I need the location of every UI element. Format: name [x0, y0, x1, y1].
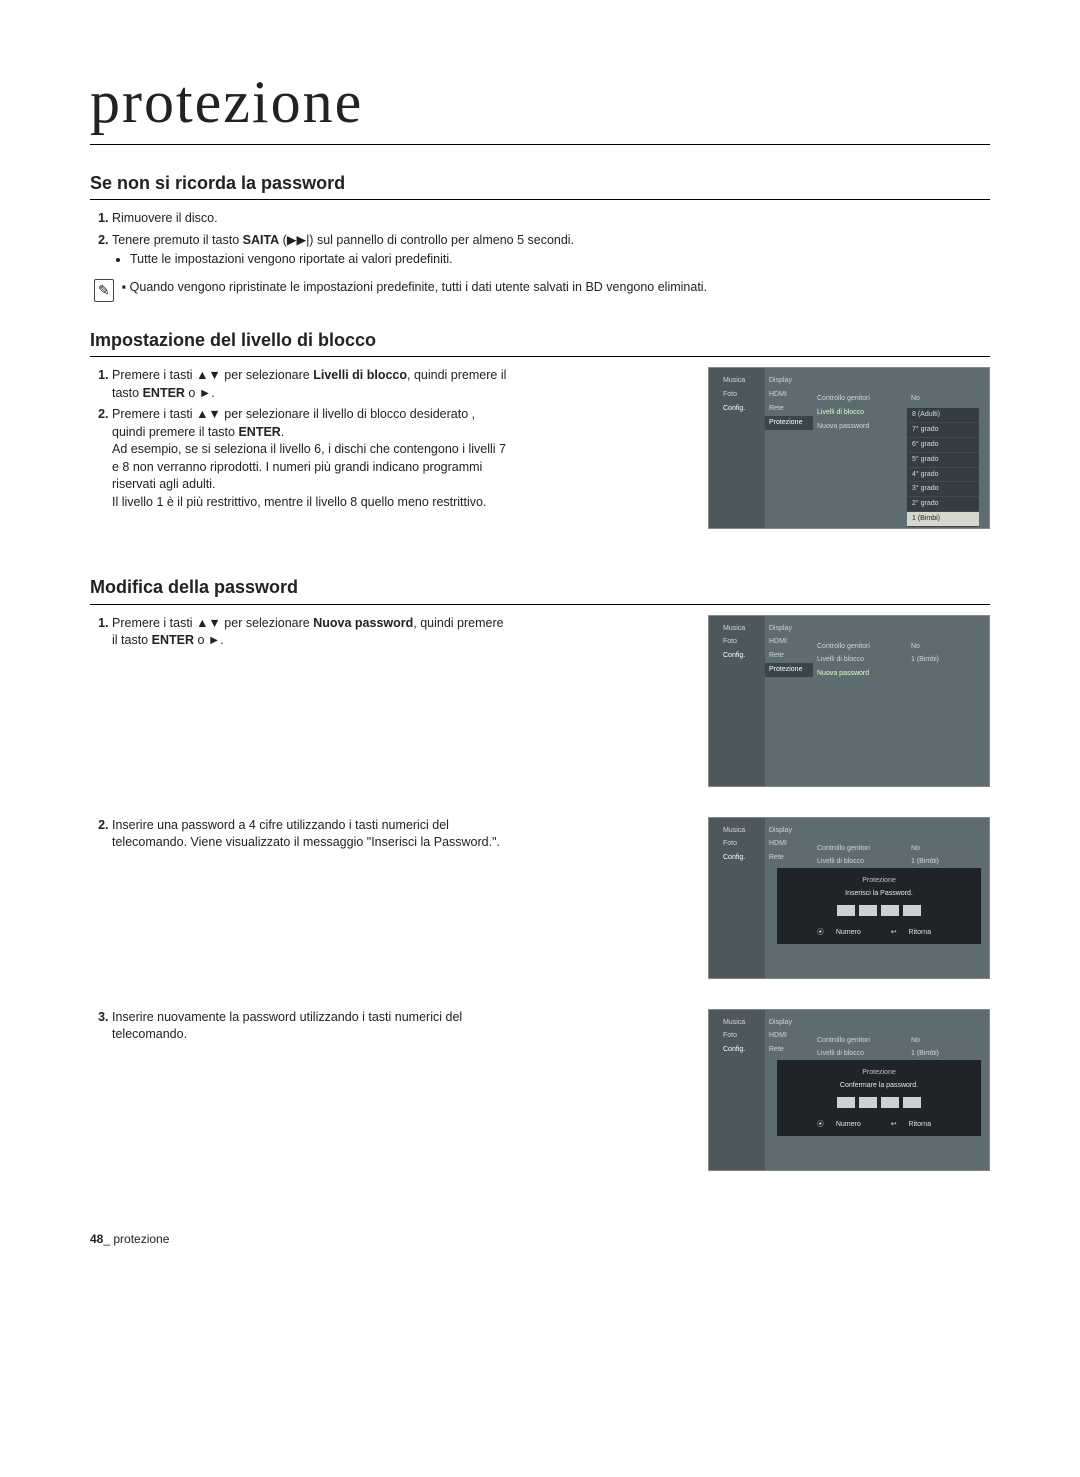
lock-step-2: Premere i tasti ▲▼ per selezionare il li… [112, 406, 510, 511]
screenshot-new-password: Musica Foto Config. Display HDMI Rete Pr… [708, 615, 990, 787]
page-footer: 48_ protezione [90, 1231, 990, 1248]
lock-level-dropdown: 8 (Adulti) 7° grado 6° grado 5° grado 4°… [907, 408, 979, 526]
screenshot-lock-level: Musica Foto Config. Display HDMI Rete Pr… [708, 367, 990, 529]
heading-change-password: Modifica della password [90, 575, 990, 604]
forgot-step-2: Tenere premuto il tasto SAITA (▶▶|) sul … [112, 232, 990, 269]
lock-step-1: Premere i tasti ▲▼ per selezionare Livel… [112, 367, 510, 402]
screenshot-confirm-password: Musica Foto Config. Display HDMI Rete Co… [708, 1009, 990, 1171]
password-dialog-confirm: Protezione Confermare la password. ⦿ Num… [777, 1060, 981, 1136]
pwd-step-3: Inserire nuovamente la password utilizza… [112, 1009, 510, 1044]
pwd-step-2: Inserire una password a 4 cifre utilizza… [112, 817, 510, 852]
forgot-step-1: Rimuovere il disco. [112, 210, 990, 228]
screenshot-enter-password: Musica Foto Config. Display HDMI Rete Co… [708, 817, 990, 979]
pwd-step-1: Premere i tasti ▲▼ per selezionare Nuova… [112, 615, 510, 650]
note-icon: ✎ [94, 279, 114, 303]
heading-lock-level: Impostazione del livello di blocco [90, 328, 990, 357]
note-row: ✎ ▪ Quando vengono ripristinate le impos… [94, 279, 990, 303]
forgot-step-2-bullet: Tutte le impostazioni vengono riportate … [130, 251, 990, 269]
forgot-steps: Rimuovere il disco. Tenere premuto il ta… [90, 210, 990, 269]
password-dialog-enter: Protezione Inserisci la Password. ⦿ Nume… [777, 868, 981, 944]
note-text: Quando vengono ripristinate le impostazi… [130, 280, 707, 294]
page-title: protezione [90, 60, 990, 145]
heading-forgot-password: Se non si ricorda la password [90, 171, 990, 200]
